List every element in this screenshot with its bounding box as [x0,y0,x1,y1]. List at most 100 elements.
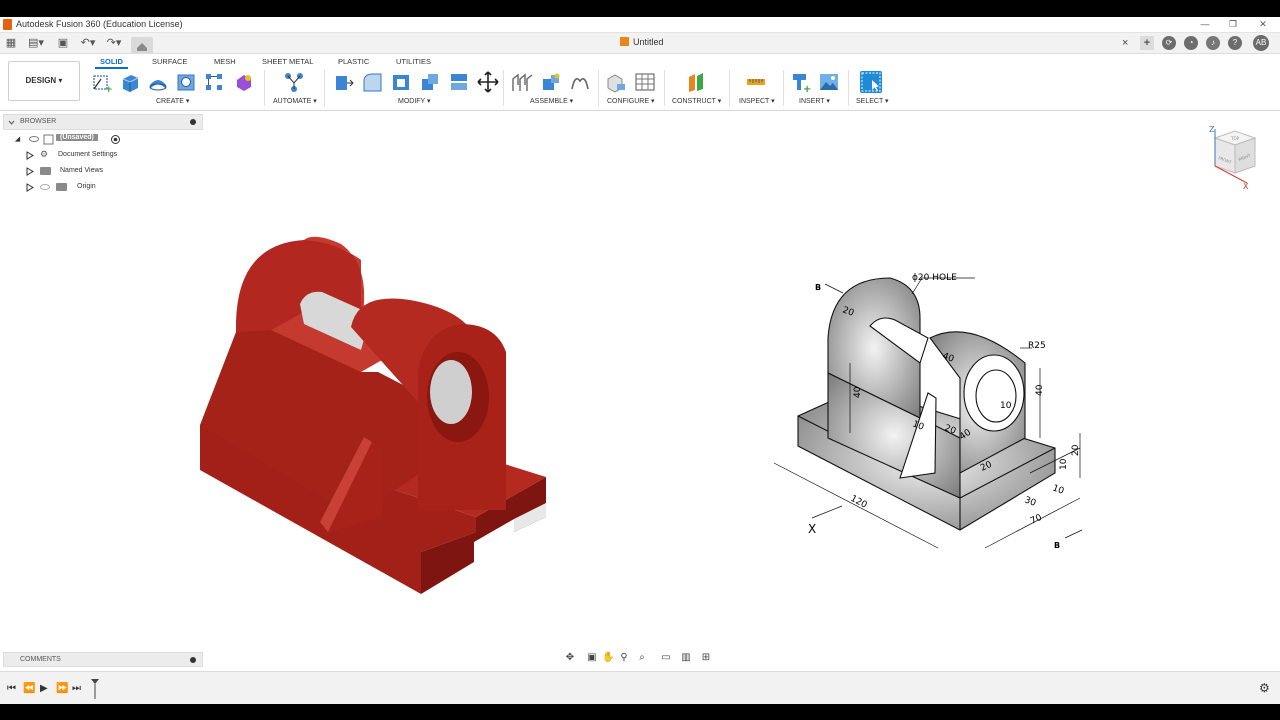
hole-icon[interactable] [175,71,197,93]
press-pull-icon[interactable] [332,71,354,93]
visibility-eye-icon[interactable] [29,136,39,142]
browser-item-document-settings[interactable]: ⚙ Document Settings [24,149,164,162]
help-icon[interactable]: ? [1228,36,1242,50]
group-select[interactable]: SELECT ▾ [856,97,889,105]
expand-triangle-icon[interactable] [26,167,34,176]
close-document-button[interactable]: × [1122,37,1128,49]
revolve-icon[interactable] [147,71,169,93]
group-automate[interactable]: AUTOMATE ▾ [273,97,317,105]
timeline-marker-icon[interactable] [90,678,100,700]
new-tab-plus-icon[interactable]: + [1140,36,1154,50]
panel-collapse-icon[interactable] [8,119,15,126]
browser-item-origin[interactable]: Origin [24,181,164,194]
browser-item-named-views[interactable]: Named Views [24,165,164,178]
group-construct[interactable]: CONSTRUCT ▾ [672,97,721,105]
tab-mesh[interactable]: MESH [214,57,236,66]
look-at-icon[interactable]: ▣ [586,652,598,664]
browser-title: BROWSER [20,118,57,125]
zoom-icon[interactable]: ⚲ [618,652,630,664]
as-built-joint-icon[interactable] [569,71,591,93]
user-avatar[interactable]: AB [1253,35,1269,51]
group-modify[interactable]: MODIFY ▾ [398,97,431,105]
ribbon-separator [598,70,599,106]
view-cube[interactable]: Z X TOP FRONT RIGHT [1205,123,1265,191]
document-cube-icon [620,37,629,46]
redo-icon[interactable]: ↷▾ [104,36,124,50]
window-close-icon[interactable]: ✕ [1256,18,1270,31]
tab-sheet-metal[interactable]: SHEET METAL [262,57,313,66]
group-configure[interactable]: CONFIGURE ▾ [607,97,654,105]
combine-icon[interactable] [419,71,441,93]
maximize-icon[interactable]: ❐ [1226,18,1240,31]
automate-icon[interactable] [283,71,305,93]
group-create[interactable]: CREATE ▾ [156,97,189,105]
folder-icon [40,167,51,175]
svg-text:+: + [803,84,811,93]
file-menu-icon[interactable]: ▤▾ [26,36,46,50]
origin-label: Origin [77,183,96,190]
step-back-icon[interactable]: ⏪ [23,683,35,694]
data-panel-grid-icon[interactable]: ▦ [4,36,18,50]
configuration-table-icon[interactable] [634,71,656,93]
fillet-icon[interactable] [361,71,383,93]
insert-canvas-icon[interactable] [818,71,840,93]
browser-panel[interactable]: BROWSER [3,114,203,130]
go-to-end-icon[interactable]: ⏭ [72,683,81,694]
group-assemble[interactable]: ASSEMBLE ▾ [530,97,573,105]
comments-add-icon[interactable] [190,657,196,663]
pattern-icon[interactable] [203,71,225,93]
workspace-switcher[interactable]: DESIGN ▾ [8,61,80,101]
collapse-triangle-icon[interactable] [14,135,21,143]
document-tab[interactable]: Untitled [620,37,664,47]
tab-plastic[interactable]: PLASTIC [338,57,369,66]
select-icon[interactable] [860,71,882,93]
red-bracket-3d-model[interactable] [196,232,556,600]
fit-icon[interactable]: ⌕ [636,652,648,664]
ribbon-separator [848,70,849,106]
shell-icon[interactable] [390,71,412,93]
expand-triangle-icon[interactable] [26,151,34,160]
job-status-icon[interactable]: ◔ [1184,36,1198,50]
section-b-bottom-label: B [1054,541,1060,550]
activate-radio-icon[interactable] [110,134,121,145]
split-body-icon[interactable] [448,71,470,93]
browser-root-row[interactable]: (Unsaved) [12,133,132,146]
tab-solid[interactable]: SOLID [100,57,123,66]
timeline-settings-gear-icon[interactable]: ⚙ [1259,681,1270,695]
group-insert[interactable]: INSERT ▾ [799,97,830,105]
home-tab[interactable] [131,37,153,53]
component-icon [43,134,54,145]
create-sketch-icon[interactable]: + [91,71,113,93]
dim-10-hole: 10 [1000,401,1012,411]
minimize-icon[interactable]: — [1198,18,1212,31]
expand-triangle-icon[interactable] [26,183,34,192]
go-to-start-icon[interactable]: ⏮ [7,683,16,694]
display-settings-icon[interactable]: ▭ [660,652,672,664]
save-icon[interactable]: ▣ [56,36,70,50]
new-component-icon[interactable] [511,71,533,93]
extrude-icon[interactable] [119,71,141,93]
tab-utilities[interactable]: UTILITIES [396,57,431,66]
orbit-icon[interactable]: ✥ [564,652,576,664]
create-form-icon[interactable] [233,71,255,93]
group-inspect[interactable]: INSPECT ▾ [739,97,775,105]
right-lug-hole [430,360,472,424]
notifications-bell-icon[interactable]: ♪ [1206,36,1220,50]
comments-panel[interactable]: COMMENTS [3,652,203,667]
grid-snaps-icon[interactable]: ▥ [680,652,692,664]
tab-surface[interactable]: SURFACE [152,57,187,66]
measure-icon[interactable] [745,71,767,93]
play-icon[interactable]: ▶ [40,683,48,694]
step-forward-icon[interactable]: ⏩ [56,683,68,694]
insert-derive-icon[interactable]: + [790,71,812,93]
pan-hand-icon[interactable]: ✋ [602,652,614,664]
hidden-eye-icon[interactable] [40,184,50,190]
viewports-icon[interactable]: ⊞ [700,652,712,664]
configure-icon[interactable] [605,71,627,93]
panel-pin-icon[interactable] [190,119,196,125]
joint-icon[interactable] [540,71,562,93]
offset-plane-icon[interactable] [685,71,707,93]
extensions-icon[interactable]: ⟳ [1162,36,1176,50]
undo-icon[interactable]: ↶▾ [78,36,98,50]
move-copy-icon[interactable] [477,71,499,93]
